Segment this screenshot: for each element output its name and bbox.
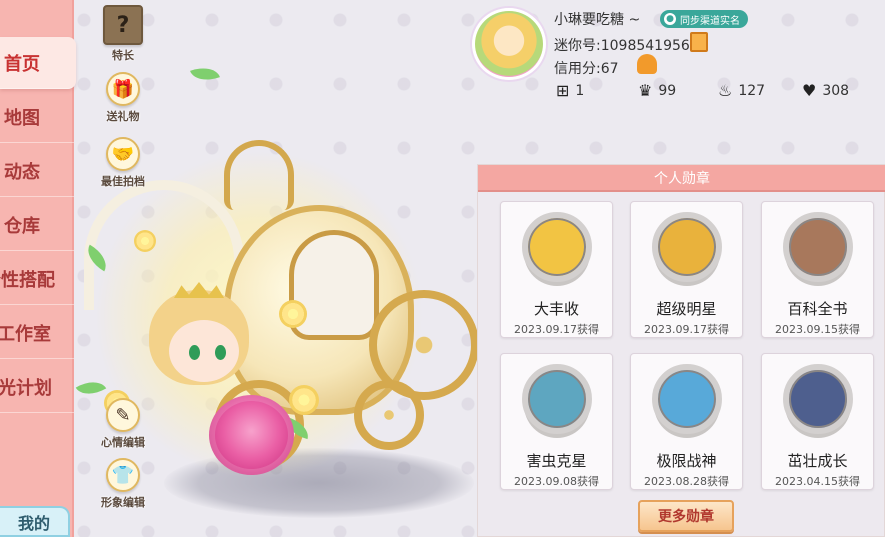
medal-name: 大丰收 bbox=[533, 300, 579, 318]
medal-name: 极限战神 bbox=[656, 452, 717, 470]
carriage-ornament bbox=[224, 140, 294, 210]
gift-icon: 🎁 bbox=[106, 72, 140, 106]
send-gift-button[interactable]: 🎁 送礼物 bbox=[91, 72, 155, 124]
character-eye bbox=[215, 345, 226, 360]
nav-item-map[interactable]: 地图 bbox=[0, 91, 74, 143]
best-partner-label: 最佳拍档 bbox=[101, 175, 145, 188]
mood-edit-button[interactable]: ✎ 心情编辑 bbox=[91, 398, 155, 450]
nav-item-mine[interactable]: 我的 bbox=[0, 506, 70, 537]
appearance-edit-label: 形象编辑 bbox=[101, 496, 145, 509]
avatar[interactable] bbox=[472, 8, 546, 80]
stat-hearts[interactable]: ♥ 308 bbox=[802, 81, 849, 100]
fire-icon: ♨ bbox=[718, 81, 733, 100]
avatar-scene: ? 特长 🎁 送礼物 🤝 最佳拍档 ✎ 心情编辑 👕 形象编辑 bbox=[74, 0, 479, 537]
medal-name: 百科全书 bbox=[787, 300, 848, 318]
medal-card[interactable]: 超级明星 2023.09.17获得 bbox=[630, 201, 743, 338]
nav-item-label: 动态 bbox=[4, 161, 40, 183]
stat-likes-value: 99 bbox=[658, 82, 677, 99]
profile-header: 小琳要吃糖 ~ ● 同步渠道实名 迷你号:1098541956 信用分:67 ⊞… bbox=[470, 0, 885, 160]
medal-card[interactable]: 茁壮成长 2023.04.15获得 bbox=[761, 353, 874, 490]
nav-item-studio[interactable]: 工作室 bbox=[0, 307, 74, 359]
nav-item-warehouse[interactable]: 仓库 bbox=[0, 199, 74, 251]
more-medals-button[interactable]: 更多勋章 bbox=[638, 500, 734, 532]
encyclopedia-medal-icon bbox=[783, 212, 853, 282]
stat-fire-value: 127 bbox=[738, 82, 766, 99]
plus-box-icon: ⊞ bbox=[556, 81, 570, 100]
medal-date: 2023.08.28获得 bbox=[644, 475, 729, 488]
edit-icon: ✎ bbox=[106, 398, 140, 432]
question-mark-icon: ? bbox=[103, 5, 143, 45]
send-gift-label: 送礼物 bbox=[106, 110, 140, 123]
nav-item-label: 阳光计划 bbox=[0, 377, 52, 399]
medal-card[interactable]: 大丰收 2023.09.17获得 bbox=[500, 201, 613, 338]
flower-decoration bbox=[279, 300, 307, 328]
nav-item-feed[interactable]: 动态 bbox=[0, 145, 74, 197]
boss-medal-icon bbox=[652, 364, 722, 434]
special-button[interactable]: ? 特长 bbox=[91, 5, 155, 63]
stat-likes[interactable]: ♛ 99 bbox=[638, 81, 676, 100]
medal-date: 2023.09.08获得 bbox=[514, 475, 599, 488]
leaf-decoration bbox=[190, 62, 220, 86]
best-partner-button[interactable]: 🤝 最佳拍档 bbox=[91, 137, 155, 189]
medal-panel-title: 个人勋章 bbox=[478, 165, 885, 192]
credit-text: 信用分:67 bbox=[554, 61, 619, 77]
medal-date: 2023.09.15获得 bbox=[775, 323, 860, 336]
credit-icon[interactable] bbox=[637, 54, 657, 74]
flower-decoration bbox=[289, 385, 319, 415]
handshake-icon: 🤝 bbox=[106, 137, 140, 171]
outfit-icon: 👕 bbox=[106, 458, 140, 492]
medal-name: 超级明星 bbox=[656, 300, 717, 318]
nav-item-label: 工作室 bbox=[0, 323, 51, 345]
medal-card[interactable]: 害虫克星 2023.09.08获得 bbox=[500, 353, 613, 490]
medal-card[interactable]: 极限战神 2023.08.28获得 bbox=[630, 353, 743, 490]
mood-edit-label: 心情编辑 bbox=[101, 436, 145, 449]
sidebar: 首页 地图 动态 仓库 个性搭配 工作室 阳光计划 我的 bbox=[0, 0, 76, 537]
copy-icon[interactable] bbox=[690, 32, 708, 52]
stat-hearts-value: 308 bbox=[822, 82, 850, 99]
nav-item-label: 仓库 bbox=[4, 215, 40, 237]
character-face bbox=[169, 320, 239, 382]
superstar-medal-icon bbox=[652, 212, 722, 282]
carriage-wheel bbox=[354, 380, 424, 450]
growth-medal-icon bbox=[783, 364, 853, 434]
character-eye bbox=[189, 345, 200, 360]
medal-panel: 个人勋章 大丰收 2023.09.17获得 超级明星 2023.09.17获得 … bbox=[477, 164, 885, 537]
medal-name: 害虫克星 bbox=[526, 452, 587, 470]
stat-fire[interactable]: ♨ 127 bbox=[718, 81, 765, 100]
special-label: 特长 bbox=[112, 49, 134, 62]
flower-decoration bbox=[134, 230, 156, 252]
nav-item-label: 个性搭配 bbox=[0, 269, 55, 291]
medal-card[interactable]: 百科全书 2023.09.15获得 bbox=[761, 201, 874, 338]
trophy-icon: ♛ bbox=[638, 81, 653, 100]
medal-name: 茁壮成长 bbox=[787, 452, 848, 470]
stat-add-value: 1 bbox=[575, 82, 585, 99]
nav-item-sunshine-plan[interactable]: 阳光计划 bbox=[0, 361, 74, 413]
nav-item-label: 首页 bbox=[4, 53, 40, 75]
nav-item-home[interactable]: 首页 bbox=[0, 37, 76, 89]
person-icon: ● bbox=[664, 13, 676, 25]
nav-item-label: 地图 bbox=[4, 107, 40, 129]
stat-add[interactable]: ⊞ 1 bbox=[556, 81, 584, 100]
harvest-medal-icon bbox=[522, 212, 592, 282]
nav-item-outfit[interactable]: 个性搭配 bbox=[0, 253, 74, 305]
appearance-edit-button[interactable]: 👕 形象编辑 bbox=[91, 458, 155, 510]
rose-decoration bbox=[209, 395, 294, 475]
medal-date: 2023.09.17获得 bbox=[514, 323, 599, 336]
heart-icon: ♥ bbox=[802, 81, 817, 100]
uid-text: 迷你号:1098541956 bbox=[554, 38, 690, 54]
realname-badge-label: 同步渠道实名 bbox=[680, 15, 740, 27]
medal-date: 2023.04.15获得 bbox=[775, 475, 860, 488]
username: 小琳要吃糖 ~ bbox=[554, 12, 641, 28]
medal-date: 2023.09.17获得 bbox=[644, 323, 729, 336]
pest-buster-medal-icon bbox=[522, 364, 592, 434]
realname-badge[interactable]: ● 同步渠道实名 bbox=[660, 10, 748, 28]
